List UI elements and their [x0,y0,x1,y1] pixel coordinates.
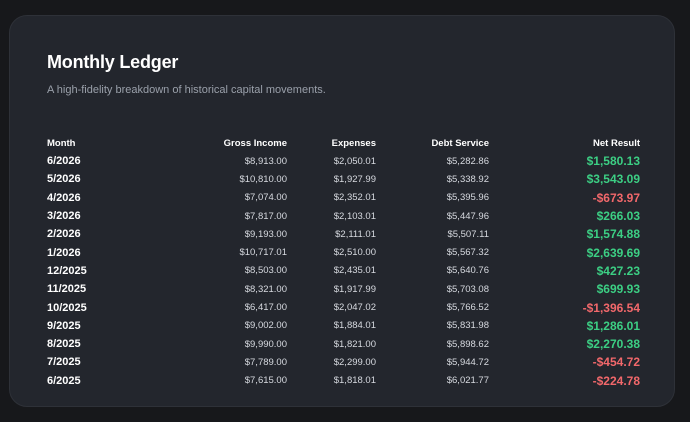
cell-gross-income: $10,717.01 [239,247,287,259]
cell-gross-income: $6,417.00 [244,302,287,314]
cell-month: 11/2025 [47,283,87,296]
cell-expenses: $2,510.00 [333,247,376,259]
cell-debt-service: $5,338.92 [446,173,489,185]
cell-gross-income: $9,002.00 [244,320,287,332]
cell-month: 5/2026 [47,173,81,186]
cell-debt-service: $5,282.86 [446,155,489,167]
cell-debt-service: $5,944.72 [446,356,489,368]
cell-gross-income: $7,817.00 [244,210,287,222]
cell-gross-income: $8,913.00 [244,155,287,167]
cell-net-result: $2,639.69 [586,245,640,260]
cell-expenses: $2,047.02 [333,302,376,314]
cell-gross-income: $8,321.00 [244,283,287,295]
table-row: 3/2026 $7,817.00 $2,103.01 $5,447.96 $266.03 [47,207,640,225]
cell-gross-income: $9,990.00 [244,338,287,350]
cell-expenses: $2,435.01 [333,265,376,277]
table-row: 8/2025 $9,990.00 $1,821.00 $5,898.62 $2,270.… [47,335,640,353]
cell-month: 7/2025 [47,356,81,369]
column-header-expenses: Expenses [331,137,376,149]
cell-month: 8/2025 [47,338,81,351]
cell-net-result: -$673.97 [592,190,640,205]
table-row: 6/2026 $8,913.00 $2,050.01 $5,282.86 $1,580.… [47,152,640,170]
cell-net-result: $699.93 [596,282,640,297]
table-row: 9/2025 $9,002.00 $1,884.01 $5,831.98 $1,286.… [47,317,640,335]
page-title: Monthly Ledger [47,52,179,72]
cell-net-result: $1,286.01 [586,318,640,333]
cell-gross-income: $10,810.00 [239,173,287,185]
cell-month: 3/2026 [47,210,81,223]
cell-net-result: -$224.78 [592,373,640,388]
table-row: 12/2025 $8,503.00 $2,435.01 $5,640.76 $427.2… [47,262,640,280]
cell-expenses: $2,299.00 [333,356,376,368]
cell-net-result: $2,270.38 [586,337,640,352]
cell-gross-income: $7,074.00 [244,192,287,204]
cell-debt-service: $6,021.77 [446,375,489,387]
ledger-card: Monthly Ledger A high-fidelity breakdown… [9,15,675,407]
cell-month: 1/2026 [47,246,81,259]
table-body: 6/2026 $8,913.00 $2,050.01 $5,282.86 $1,580.… [47,152,640,390]
table-row: 11/2025 $8,321.00 $1,917.99 $5,703.08 $699.9… [47,280,640,298]
cell-net-result: $3,543.09 [586,172,640,187]
cell-gross-income: $8,503.00 [244,265,287,277]
table-row: 4/2026 $7,074.00 $2,352.01 $5,395.96 -$673.9… [47,189,640,207]
cell-month: 6/2026 [47,155,81,168]
cell-debt-service: $5,567.32 [446,247,489,259]
cell-debt-service: $5,898.62 [446,338,489,350]
table-header-row: Month Gross Income Expenses Debt Service… [47,134,640,152]
cell-gross-income: $9,193.00 [244,228,287,240]
column-header-net-result: Net Result [593,137,640,149]
cell-expenses: $1,818.01 [333,375,376,387]
cell-debt-service: $5,640.76 [446,265,489,277]
table-row: 1/2026 $10,717.01 $2,510.00 $5,567.32 $2,639… [47,243,640,261]
cell-debt-service: $5,766.52 [446,302,489,314]
column-header-gross-income: Gross Income [223,137,287,149]
column-header-debt-service: Debt Service [431,137,489,149]
cell-expenses: $2,050.01 [333,155,376,167]
cell-expenses: $2,103.01 [333,210,376,222]
table-row: 5/2026 $10,810.00 $1,927.99 $5,338.92 $3,543… [47,170,640,188]
table-row: 6/2025 $7,615.00 $1,818.01 $6,021.77 -$224.7… [47,372,640,390]
cell-net-result: $1,580.13 [586,154,640,169]
cell-net-result: -$454.72 [592,355,640,370]
cell-debt-service: $5,507.11 [447,228,489,240]
cell-expenses: $1,884.01 [333,320,376,332]
page-subtitle: A high-fidelity breakdown of historical … [47,84,326,96]
cell-net-result: $1,574.88 [586,227,640,242]
cell-gross-income: $7,789.00 [244,356,287,368]
cell-month: 9/2025 [47,319,81,332]
cell-gross-income: $7,615.00 [244,375,287,387]
cell-expenses: $1,927.99 [333,173,376,185]
cell-expenses: $2,352.01 [333,192,376,204]
column-header-month: Month [47,137,76,149]
cell-net-result: $427.23 [596,263,640,278]
cell-net-result: $266.03 [596,209,640,224]
table-row: 7/2025 $7,789.00 $2,299.00 $5,944.72 -$454.7… [47,353,640,371]
cell-debt-service: $5,447.96 [446,210,489,222]
cell-expenses: $1,821.00 [333,338,376,350]
cell-debt-service: $5,395.96 [446,192,489,204]
cell-month: 10/2025 [47,301,87,314]
cell-expenses: $1,917.99 [333,283,376,295]
table-row: 10/2025 $6,417.00 $2,047.02 $5,766.52 -$1,39… [47,298,640,316]
cell-month: 2/2026 [47,228,81,241]
cell-debt-service: $5,703.08 [446,283,489,295]
table-row: 2/2026 $9,193.00 $2,111.01 $5,507.11 $1,574.… [47,225,640,243]
cell-month: 4/2026 [47,191,81,204]
cell-debt-service: $5,831.98 [446,320,489,332]
cell-net-result: -$1,396.54 [582,300,640,315]
cell-month: 12/2025 [47,264,87,277]
cell-month: 6/2025 [47,374,81,387]
cell-expenses: $2,111.01 [335,228,376,240]
ledger-table: Month Gross Income Expenses Debt Service… [47,134,640,390]
